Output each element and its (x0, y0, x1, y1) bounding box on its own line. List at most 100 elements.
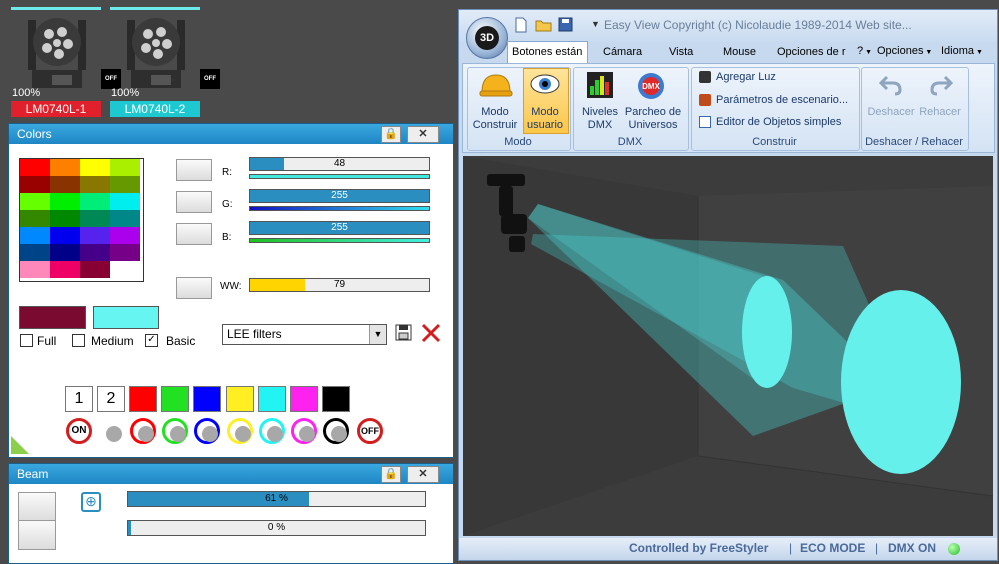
palette-swatch[interactable] (20, 244, 50, 261)
palette-swatch[interactable] (110, 159, 140, 176)
preset-blue-button[interactable] (193, 386, 221, 412)
niveles-dmx-button[interactable]: Niveles DMX (576, 106, 624, 132)
preset-magenta-ring[interactable] (291, 418, 317, 444)
palette-swatch[interactable] (110, 244, 140, 261)
beam-button-1[interactable] (18, 492, 56, 522)
opciones-menu[interactable]: Opciones ▼ (877, 45, 932, 57)
full-checkbox[interactable] (20, 334, 33, 347)
preset-black-ring[interactable] (323, 418, 349, 444)
palette-swatch[interactable] (110, 261, 140, 278)
palette-swatch[interactable] (20, 193, 50, 210)
preset-yellow-button[interactable] (226, 386, 254, 412)
zoom-icon[interactable]: ⊕ (81, 492, 101, 512)
lock-icon[interactable]: 🔒 (381, 466, 401, 483)
blue-slider[interactable]: 255 (249, 221, 430, 235)
palette-swatch[interactable] (80, 261, 110, 278)
palette-swatch[interactable] (50, 193, 80, 210)
palette-swatch[interactable] (50, 210, 80, 227)
parametros-escenario-button[interactable]: Parámetros de escenario... (716, 94, 848, 106)
preset-green-button[interactable] (161, 386, 189, 412)
palette-swatch[interactable] (110, 227, 140, 244)
resize-grip-icon[interactable] (11, 436, 29, 454)
current-color-swatch[interactable] (19, 306, 86, 329)
tab-camara[interactable]: Cámara (603, 46, 642, 58)
fixture-1-label[interactable]: LM0740L-1 (11, 101, 101, 117)
preset-black-button[interactable] (322, 386, 350, 412)
chevron-down-icon[interactable]: ▼ (369, 325, 386, 344)
palette-swatch[interactable] (20, 159, 50, 176)
zoom-slider[interactable]: 61 % (127, 491, 426, 507)
help-menu[interactable]: ? ▼ (857, 45, 872, 57)
medium-checkbox[interactable] (72, 334, 85, 347)
preset-magenta-button[interactable] (290, 386, 318, 412)
close-icon[interactable]: ✕ (407, 126, 439, 143)
preset-blue-ring[interactable] (194, 418, 220, 444)
ww-channel-button[interactable] (176, 277, 212, 299)
rehacer-button[interactable]: Rehacer (915, 106, 965, 119)
palette-swatch[interactable] (80, 244, 110, 261)
preview-color-swatch[interactable] (93, 306, 159, 329)
green-slider[interactable]: 255 (249, 189, 430, 203)
filter-select[interactable]: LEE filters ▼ (222, 324, 387, 345)
save-icon[interactable] (395, 324, 412, 341)
palette-swatch[interactable] (50, 159, 80, 176)
palette-swatch[interactable] (50, 227, 80, 244)
open-folder-icon[interactable] (535, 17, 552, 32)
preset-1-button[interactable]: 1 (65, 386, 93, 412)
lock-icon[interactable]: 🔒 (381, 126, 401, 143)
off-button[interactable]: OFF (357, 418, 383, 444)
palette-swatch[interactable] (50, 176, 80, 193)
idioma-menu[interactable]: Idioma ▼ (941, 45, 983, 57)
basic-checkbox[interactable]: ✓ (145, 334, 158, 347)
red-slider[interactable]: 48 (249, 157, 430, 171)
tab-vista[interactable]: Vista (669, 46, 693, 58)
palette-swatch[interactable] (80, 210, 110, 227)
palette-swatch[interactable] (50, 244, 80, 261)
palette-swatch[interactable] (80, 227, 110, 244)
green-channel-button[interactable] (176, 191, 212, 213)
fixture-2-off-badge[interactable]: OFF (200, 69, 220, 89)
palette-swatch[interactable] (80, 176, 110, 193)
preset-2-button[interactable]: 2 (97, 386, 125, 412)
palette-swatch[interactable] (20, 227, 50, 244)
ww-slider[interactable]: 79 (249, 278, 430, 292)
palette-swatch[interactable] (80, 159, 110, 176)
palette-swatch[interactable] (20, 176, 50, 193)
beam-button-2[interactable] (18, 520, 56, 550)
deshacer-button[interactable]: Deshacer (863, 106, 919, 119)
modo-construir-button[interactable]: Modo Construir (469, 106, 521, 132)
editor-objetos-button[interactable]: Editor de Objetos simples (716, 116, 841, 128)
on-button[interactable]: ON (66, 418, 92, 444)
tab-opciones-render[interactable]: Opciones de r (777, 46, 845, 58)
save-icon[interactable] (558, 17, 573, 32)
agregar-luz-button[interactable]: Agregar Luz (716, 71, 776, 83)
3d-viewport[interactable] (463, 156, 993, 536)
blue-channel-button[interactable] (176, 223, 212, 245)
palette-swatch[interactable] (110, 193, 140, 210)
preset-cyan-ring[interactable] (259, 418, 285, 444)
preset-green-ring[interactable] (162, 418, 188, 444)
color-palette-grid[interactable] (19, 158, 144, 282)
preset-red-ring[interactable] (130, 418, 156, 444)
fixture-2-icon[interactable] (121, 12, 201, 90)
delete-icon[interactable] (420, 322, 442, 344)
fixture-2-label[interactable]: LM0740L-2 (110, 101, 200, 117)
preset-cyan-button[interactable] (258, 386, 286, 412)
tab-mouse[interactable]: Mouse (723, 46, 756, 58)
focus-slider[interactable]: 0 % (127, 520, 426, 536)
palette-swatch[interactable] (50, 261, 80, 278)
palette-swatch[interactable] (110, 210, 140, 227)
palette-swatch[interactable] (20, 210, 50, 227)
preset-red-button[interactable] (129, 386, 157, 412)
tab-botones[interactable]: Botones están (507, 41, 588, 64)
preset-white-ring[interactable] (98, 418, 124, 444)
fixture-1-off-badge[interactable]: OFF (101, 69, 121, 89)
close-icon[interactable]: ✕ (407, 466, 439, 483)
new-file-icon[interactable] (514, 17, 528, 33)
quick-access-dropdown-icon[interactable]: ▼ (591, 19, 600, 29)
preset-yellow-ring[interactable] (227, 418, 253, 444)
parcheo-universos-button[interactable]: Parcheo de Universos (623, 106, 683, 132)
fixture-1-icon[interactable] (22, 12, 102, 90)
palette-swatch[interactable] (110, 176, 140, 193)
palette-swatch[interactable] (80, 193, 110, 210)
